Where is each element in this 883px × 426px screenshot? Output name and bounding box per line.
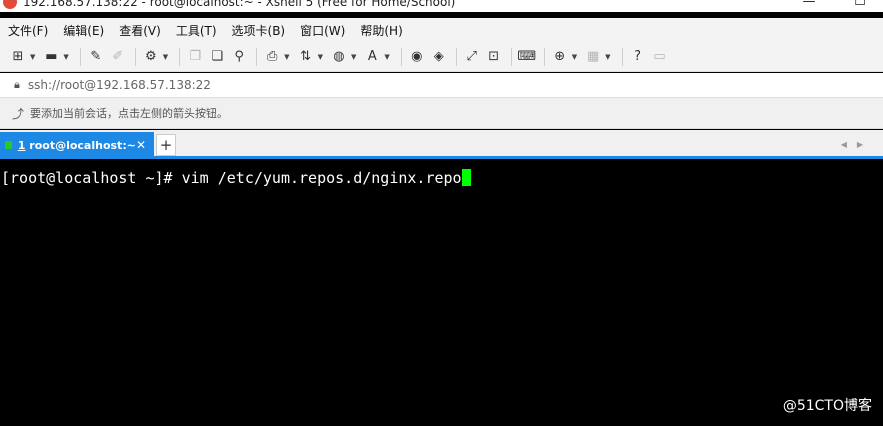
find-icon[interactable]: ⚲ xyxy=(229,47,249,67)
terminal-line: [root@localhost ~]# vim /etc/yum.repos.d… xyxy=(1,169,471,187)
layout-icon[interactable]: ▦ xyxy=(583,47,603,67)
chevron-down-icon[interactable]: ▼ xyxy=(63,53,68,61)
xshell-app-icon xyxy=(3,0,17,9)
menu-tabs[interactable]: 选项卡(B) xyxy=(224,22,293,39)
menu-edit[interactable]: 编辑(E) xyxy=(55,22,111,39)
xftp-icon[interactable]: ◉ xyxy=(407,47,427,67)
window-title: 192.168.57.138:22 - root@localhost:~ - X… xyxy=(23,0,456,9)
tab-label: 1 root@localhost:~ xyxy=(17,138,136,152)
fullscreen-icon[interactable]: ⤢ xyxy=(462,47,482,67)
toolbar-divider xyxy=(256,47,258,66)
add-session-arrow-icon[interactable]: ⤴ xyxy=(12,105,24,122)
chat-icon[interactable]: ▭ xyxy=(650,47,670,67)
maximize-button[interactable]: ☐ xyxy=(837,0,883,12)
menu-view[interactable]: 查看(V) xyxy=(111,22,168,39)
print-icon[interactable]: ⎙ xyxy=(262,47,282,67)
help-icon[interactable]: ? xyxy=(628,47,648,67)
toolbar-divider xyxy=(621,47,623,66)
add-tab-button[interactable]: + xyxy=(156,134,176,156)
toolbar-divider xyxy=(179,47,181,66)
toolbar-divider xyxy=(455,47,457,66)
toolbar: ⊞ ▼ ▬ ▼ ✎ ✐ ⚙ ▼ ❐ ❏ ⚲ ⎙ ▼ ⇅ ▼ ◍ ▼ A ▼ ◉ ◈ ⤢ ⊡ ⌨… xyxy=(0,42,883,72)
chevron-down-icon[interactable]: ▼ xyxy=(605,53,610,61)
tab-session-1[interactable]: 1 root@localhost:~ ✕ xyxy=(0,132,154,158)
title-bar: 192.168.57.138:22 - root@localhost:~ - X… xyxy=(0,0,883,12)
new-session-icon[interactable]: ⊞ xyxy=(8,47,28,67)
transfer-icon[interactable]: ⇅ xyxy=(296,47,316,67)
toolbar-divider xyxy=(510,47,512,66)
keyboard-icon[interactable]: ⌨ xyxy=(517,47,537,67)
menu-window[interactable]: 窗口(W) xyxy=(292,22,352,39)
chevron-down-icon[interactable]: ▼ xyxy=(572,53,577,61)
menu-tools[interactable]: 工具(T) xyxy=(168,22,224,39)
tab-bar: 1 root@localhost:~ ✕ + ◀▶ xyxy=(0,130,883,158)
toolbar-divider xyxy=(134,47,136,66)
terminal-prompt: [root@localhost ~]# xyxy=(1,169,182,187)
minimize-button[interactable]: — xyxy=(786,0,832,12)
paste-icon[interactable]: ❏ xyxy=(207,47,227,67)
properties-icon[interactable]: ⚙ xyxy=(141,47,161,67)
session-hint-bar: ⤴ 要添加当前会话，点击左侧的箭头按钮。 xyxy=(0,98,883,129)
watermark: @51CTO博客 xyxy=(782,398,872,414)
reconnect-icon[interactable]: ✎ xyxy=(86,47,106,67)
copy-icon[interactable]: ❐ xyxy=(185,47,205,67)
chevron-down-icon[interactable]: ▼ xyxy=(163,53,168,61)
menu-file[interactable]: 文件(F) xyxy=(0,22,55,39)
chevron-down-icon[interactable]: ▼ xyxy=(351,53,356,61)
address-bar: 🔒︎ ssh://root@192.168.57.138:22 xyxy=(0,73,883,98)
chevron-down-icon[interactable]: ▼ xyxy=(284,53,289,61)
connected-status-icon xyxy=(5,141,12,149)
disconnect-icon[interactable]: ✐ xyxy=(108,47,128,67)
session-address[interactable]: ssh://root@192.168.57.138:22 xyxy=(28,78,211,92)
font-icon[interactable]: A xyxy=(362,47,382,67)
xshell-icon[interactable]: ◈ xyxy=(429,47,449,67)
chevron-down-icon[interactable]: ▼ xyxy=(30,53,35,61)
lock-icon: 🔒︎ xyxy=(14,78,20,91)
chevron-down-icon[interactable]: ▼ xyxy=(318,53,323,61)
menu-bar: 文件(F) 编辑(E) 查看(V) 工具(T) 选项卡(B) 窗口(W) 帮助(… xyxy=(0,18,883,42)
session-hint-text: 要添加当前会话，点击左侧的箭头按钮。 xyxy=(30,107,229,120)
menu-help[interactable]: 帮助(H) xyxy=(352,22,409,39)
open-folder-icon[interactable]: ▬ xyxy=(41,47,61,67)
close-icon[interactable]: ✕ xyxy=(136,138,146,152)
toolbar-divider xyxy=(79,47,81,66)
toolbar-divider xyxy=(543,47,545,66)
chevron-down-icon[interactable]: ▼ xyxy=(384,53,389,61)
compose-icon[interactable]: ⊕ xyxy=(550,47,570,67)
globe-icon[interactable]: ◍ xyxy=(329,47,349,67)
toolbar-divider xyxy=(400,47,402,66)
tab-scroll-arrows-icon[interactable]: ◀▶ xyxy=(841,140,873,149)
terminal-command: vim /etc/yum.repos.d/nginx.repo xyxy=(181,169,462,187)
terminal-cursor xyxy=(461,169,471,186)
terminal-area[interactable]: [root@localhost ~]# vim /etc/yum.repos.d… xyxy=(0,159,883,426)
lock-icon[interactable]: ⊡ xyxy=(484,47,504,67)
